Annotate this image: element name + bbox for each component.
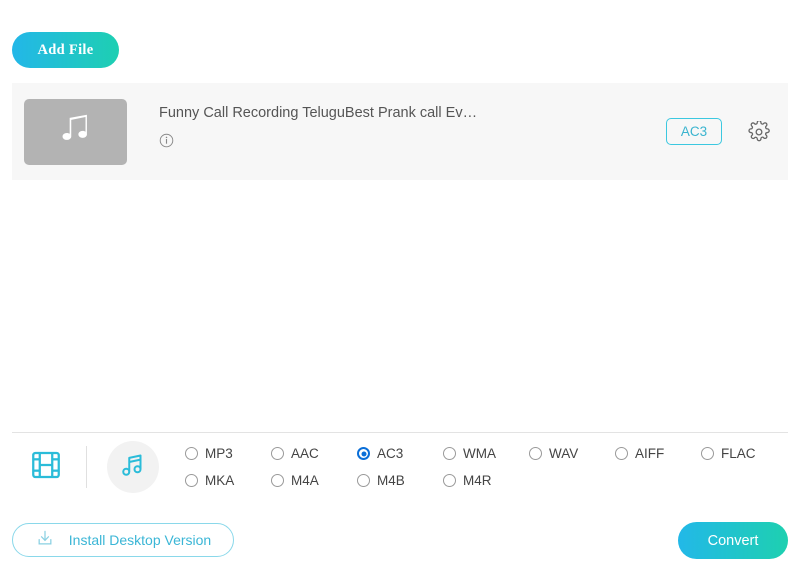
file-name-label: Funny Call Recording TeluguBest Prank ca… — [159, 105, 478, 121]
format-option-mka[interactable]: MKA — [185, 473, 271, 488]
radio-icon — [701, 447, 714, 460]
format-option-label: AAC — [291, 446, 319, 461]
convert-button[interactable]: Convert — [678, 522, 788, 559]
format-option-label: MKA — [205, 473, 235, 488]
format-option-label: M4R — [463, 473, 492, 488]
format-option-m4r[interactable]: M4R — [443, 473, 529, 488]
film-strip-icon — [29, 448, 63, 487]
add-file-area: Add File — [12, 32, 119, 68]
format-option-flac[interactable]: FLAC — [701, 446, 787, 461]
file-row-actions: AC3 — [666, 118, 770, 145]
format-selection-bar: MP3 AAC AC3 WMA WAV AIFF FLAC MKA M4A M4… — [0, 433, 800, 501]
radio-icon — [615, 447, 628, 460]
format-option-label: MP3 — [205, 446, 233, 461]
radio-icon-selected — [357, 447, 370, 460]
add-file-button[interactable]: Add File — [12, 32, 119, 68]
format-option-m4a[interactable]: M4A — [271, 473, 357, 488]
radio-icon — [185, 447, 198, 460]
download-icon — [35, 528, 55, 553]
radio-icon — [443, 474, 456, 487]
install-label: Install Desktop Version — [68, 532, 212, 548]
radio-icon — [185, 474, 198, 487]
radio-icon — [357, 474, 370, 487]
format-option-aac[interactable]: AAC — [271, 446, 357, 461]
format-option-label: M4A — [291, 473, 319, 488]
converter-app: Add File Funny Call Recording TeluguBest… — [0, 0, 800, 575]
format-option-m4b[interactable]: M4B — [357, 473, 443, 488]
tab-video[interactable] — [26, 447, 66, 487]
file-list-row: Funny Call Recording TeluguBest Prank ca… — [12, 83, 788, 180]
tab-audio[interactable] — [107, 441, 159, 493]
radio-icon — [443, 447, 456, 460]
file-thumbnail — [24, 98, 127, 165]
format-option-mp3[interactable]: MP3 — [185, 446, 271, 461]
format-option-label: WAV — [549, 446, 579, 461]
radio-icon — [529, 447, 542, 460]
install-desktop-version-button[interactable]: Install Desktop Version — [12, 523, 234, 557]
format-option-label: AC3 — [377, 446, 404, 461]
gear-icon[interactable] — [748, 119, 770, 143]
radio-icon — [271, 447, 284, 460]
music-note-icon — [57, 110, 95, 153]
tab-divider — [86, 446, 87, 488]
format-option-label: WMA — [463, 446, 496, 461]
format-option-label: FLAC — [721, 446, 756, 461]
format-option-ac3[interactable]: AC3 — [357, 446, 443, 461]
format-option-aiff[interactable]: AIFF — [615, 446, 701, 461]
format-option-label: M4B — [377, 473, 405, 488]
radio-icon — [271, 474, 284, 487]
format-option-label: AIFF — [635, 446, 665, 461]
footer-bar: Install Desktop Version Convert — [0, 515, 800, 567]
file-details: Funny Call Recording TeluguBest Prank ca… — [159, 105, 666, 148]
info-circle-icon[interactable] — [159, 133, 174, 148]
output-format-badge[interactable]: AC3 — [666, 118, 722, 145]
format-option-wma[interactable]: WMA — [443, 446, 529, 461]
format-options-grid: MP3 AAC AC3 WMA WAV AIFF FLAC MKA M4A M4… — [185, 440, 787, 494]
music-note-icon — [118, 450, 148, 485]
format-option-wav[interactable]: WAV — [529, 446, 615, 461]
